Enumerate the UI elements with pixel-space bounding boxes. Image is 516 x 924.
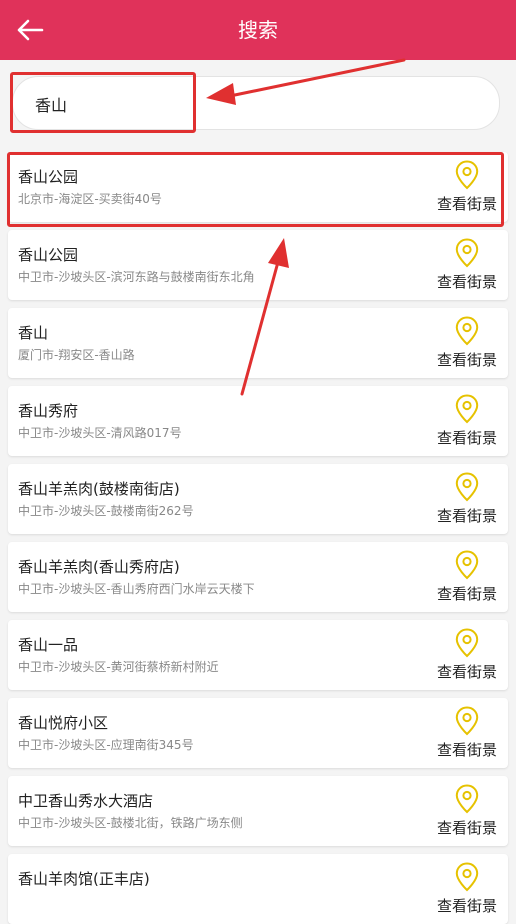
location-pin-icon — [455, 550, 479, 580]
street-view-button[interactable]: 查看街景 — [434, 628, 500, 684]
result-address: 中卫市-沙坡头区-鼓楼北街，铁路广场东侧 — [18, 816, 243, 830]
search-input[interactable] — [33, 77, 477, 131]
result-address: 厦门市-翔安区-香山路 — [18, 348, 135, 362]
street-view-button[interactable]: 查看街景 — [434, 472, 500, 528]
result-item[interactable]: 香山 厦门市-翔安区-香山路 查看街景 — [8, 308, 508, 378]
result-name: 香山羊羔肉(鼓楼南街店) — [18, 480, 180, 498]
app-header: 搜索 — [0, 0, 516, 60]
location-pin-icon — [455, 472, 479, 502]
street-view-label: 查看街景 — [436, 585, 497, 603]
result-item[interactable]: 香山公园 中卫市-沙坡头区-滨河东路与鼓楼南街东北角 查看街景 — [8, 230, 508, 300]
result-item[interactable]: 香山公园 北京市-海淀区-买卖街40号 查看街景 — [8, 152, 508, 222]
street-view-label: 查看街景 — [436, 351, 497, 369]
result-address: 北京市-海淀区-买卖街40号 — [18, 192, 162, 206]
location-pin-icon — [455, 784, 479, 814]
street-view-button[interactable]: 查看街景 — [434, 394, 500, 450]
street-view-label: 查看街景 — [436, 507, 497, 525]
location-pin-icon — [455, 862, 479, 892]
result-address: 中卫市-沙坡头区-鼓楼南街262号 — [18, 504, 194, 518]
page-title: 搜索 — [238, 18, 278, 42]
result-item[interactable]: 香山悦府小区 中卫市-沙坡头区-应理南街345号 查看街景 — [8, 698, 508, 768]
location-pin-icon — [455, 394, 479, 424]
result-item[interactable]: 香山羊肉馆(正丰店) 查看街景 — [8, 854, 508, 924]
street-view-button[interactable]: 查看街景 — [434, 706, 500, 762]
result-name: 香山羊羔肉(香山秀府店) — [18, 558, 180, 576]
street-view-label: 查看街景 — [436, 897, 497, 915]
location-pin-icon — [455, 628, 479, 658]
street-view-label: 查看街景 — [436, 741, 497, 759]
street-view-label: 查看街景 — [436, 819, 497, 837]
street-view-button[interactable]: 查看街景 — [434, 784, 500, 840]
street-view-button[interactable]: 查看街景 — [434, 862, 500, 918]
location-pin-icon — [455, 238, 479, 268]
location-pin-icon — [455, 160, 479, 190]
result-name: 香山悦府小区 — [18, 714, 109, 732]
result-name: 香山秀府 — [18, 402, 79, 420]
result-name: 香山羊肉馆(正丰店) — [18, 870, 150, 888]
result-address: 中卫市-沙坡头区-应理南街345号 — [18, 738, 194, 752]
result-name: 香山一品 — [18, 636, 79, 654]
result-name: 中卫香山秀水大酒店 — [18, 792, 154, 810]
result-item[interactable]: 香山羊羔肉(鼓楼南街店) 中卫市-沙坡头区-鼓楼南街262号 查看街景 — [8, 464, 508, 534]
street-view-button[interactable]: 查看街景 — [434, 238, 500, 294]
street-view-label: 查看街景 — [436, 429, 497, 447]
result-item[interactable]: 香山秀府 中卫市-沙坡头区-清风路017号 查看街景 — [8, 386, 508, 456]
result-name: 香山 — [18, 324, 49, 342]
result-address: 中卫市-沙坡头区-清风路017号 — [18, 426, 182, 440]
street-view-label: 查看街景 — [436, 273, 497, 291]
street-view-label: 查看街景 — [436, 663, 497, 681]
result-address: 中卫市-沙坡头区-滨河东路与鼓楼南街东北角 — [18, 270, 255, 284]
result-item[interactable]: 香山羊羔肉(香山秀府店) 中卫市-沙坡头区-香山秀府西门水岸云天楼下 查看街景 — [8, 542, 508, 612]
result-name: 香山公园 — [18, 168, 79, 186]
result-item[interactable]: 香山一品 中卫市-沙坡头区-黄河街蔡桥新村附近 查看街景 — [8, 620, 508, 690]
street-view-button[interactable]: 查看街景 — [434, 550, 500, 606]
result-item[interactable]: 中卫香山秀水大酒店 中卫市-沙坡头区-鼓楼北街，铁路广场东侧 查看街景 — [8, 776, 508, 846]
result-address: 中卫市-沙坡头区-黄河街蔡桥新村附近 — [18, 660, 219, 674]
result-address: 中卫市-沙坡头区-香山秀府西门水岸云天楼下 — [18, 582, 255, 596]
search-field[interactable] — [12, 76, 500, 131]
street-view-button[interactable]: 查看街景 — [434, 160, 500, 216]
location-pin-icon — [455, 316, 479, 346]
location-pin-icon — [455, 706, 479, 736]
street-view-label: 查看街景 — [436, 195, 497, 213]
result-name: 香山公园 — [18, 246, 79, 264]
street-view-button[interactable]: 查看街景 — [434, 316, 500, 372]
